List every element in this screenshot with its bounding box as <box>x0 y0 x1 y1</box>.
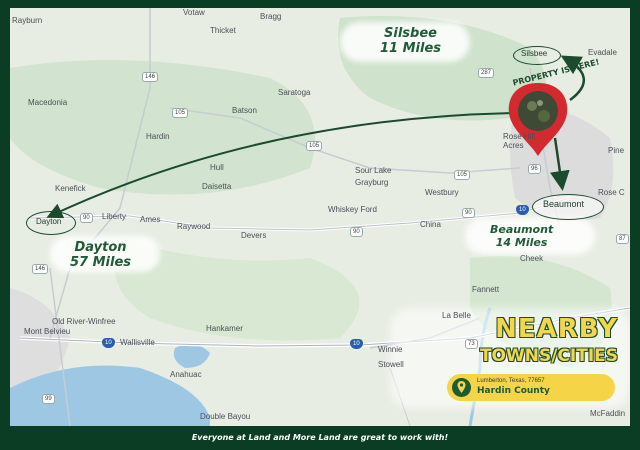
route-shield: 90 <box>462 208 475 218</box>
town-devers: Devers <box>241 231 267 240</box>
town-hull: Hull <box>210 163 224 172</box>
town-stowell: Stowell <box>378 360 404 369</box>
town-sour-lake: Sour Lake <box>355 166 392 175</box>
route-shield: 90 <box>80 213 93 223</box>
town-rose-hill-acres: Rose Hill Acres <box>503 132 536 150</box>
town-mcfaddin: McFaddin <box>590 409 626 418</box>
beaumont-callout-distance: 14 Miles <box>495 236 548 249</box>
town-silsbee: Silsbee <box>521 49 548 58</box>
route-shield: 146 <box>32 264 49 274</box>
town-whiskey-ford: Whiskey Ford <box>328 205 377 214</box>
route-shield: 105 <box>172 108 189 118</box>
silsbee-callout-distance: 11 Miles <box>380 41 442 56</box>
town-liberty: Liberty <box>102 212 127 221</box>
route-shield: 105 <box>306 141 323 151</box>
route-shield: 287 <box>478 68 495 78</box>
town-thicket: Thicket <box>210 26 236 35</box>
town-grayburg: Grayburg <box>355 178 389 187</box>
map-frame: Rayburn Votaw Bragg Thicket Evadale Mace… <box>10 8 630 426</box>
location-county: Hardin County <box>477 386 550 396</box>
interstate-shield: 10 <box>102 338 115 348</box>
town-mont-belvieu: Mont Belvieu <box>24 327 71 336</box>
town-votaw: Votaw <box>183 8 205 17</box>
town-saratoga: Saratoga <box>278 88 311 97</box>
town-rose-city: Rose C <box>598 188 625 197</box>
route-shield: 96 <box>528 164 541 174</box>
town-fannett: Fannett <box>472 285 500 294</box>
heading-title: NEARBY <box>495 314 618 344</box>
location-pin-icon <box>452 378 471 397</box>
town-westbury: Westbury <box>425 188 459 197</box>
town-rayburn: Rayburn <box>12 16 43 25</box>
route-shield: 146 <box>142 72 159 82</box>
dayton-callout-name: Dayton <box>74 240 127 255</box>
town-double-bayou: Double Bayou <box>200 412 251 421</box>
town-daisetta: Daisetta <box>202 182 232 191</box>
town-winnie: Winnie <box>378 345 403 354</box>
footer-text: Everyone at Land and More Land are great… <box>191 433 449 442</box>
location-address: Lumberton, Texas, 77657 <box>477 378 545 384</box>
beaumont-callout: Beaumont 14 Miles <box>490 223 553 249</box>
town-la-belle: La Belle <box>442 311 471 320</box>
town-anahuac: Anahuac <box>170 370 202 379</box>
town-china: China <box>420 220 441 229</box>
route-shield: 99 <box>42 394 55 404</box>
route-shield: 87 <box>616 234 629 244</box>
town-batson: Batson <box>232 106 257 115</box>
silsbee-callout-name: Silsbee <box>384 26 437 41</box>
town-wallisville: Wallisville <box>120 338 155 347</box>
town-bragg: Bragg <box>260 12 282 21</box>
town-kenefick: Kenefick <box>55 184 86 193</box>
dayton-callout: Dayton 57 Miles <box>70 240 131 270</box>
interstate-shield: 10 <box>516 205 529 215</box>
heading-subtitle: TOWNS/CITIES <box>479 346 618 366</box>
town-old-river-winfree: Old River-Winfree <box>52 317 116 326</box>
town-ames: Ames <box>140 215 161 224</box>
route-shield: 105 <box>454 170 471 180</box>
town-dayton: Dayton <box>36 217 62 226</box>
route-shield: 90 <box>350 227 363 237</box>
dayton-callout-distance: 57 Miles <box>70 255 132 270</box>
town-cheek: Cheek <box>520 254 544 263</box>
town-beaumont: Beaumont <box>543 199 585 209</box>
town-hankamer: Hankamer <box>206 324 243 333</box>
town-raywood: Raywood <box>177 222 211 231</box>
town-hardin: Hardin <box>146 132 170 141</box>
beaumont-callout-name: Beaumont <box>490 223 554 236</box>
interstate-shield: 10 <box>350 339 363 349</box>
silsbee-callout: Silsbee 11 Miles <box>380 26 441 56</box>
location-badge: Lumberton, Texas, 77657 Hardin County <box>447 374 615 401</box>
town-pine: Pine <box>608 146 625 155</box>
town-macedonia: Macedonia <box>28 98 68 107</box>
route-shield: 73 <box>465 339 478 349</box>
